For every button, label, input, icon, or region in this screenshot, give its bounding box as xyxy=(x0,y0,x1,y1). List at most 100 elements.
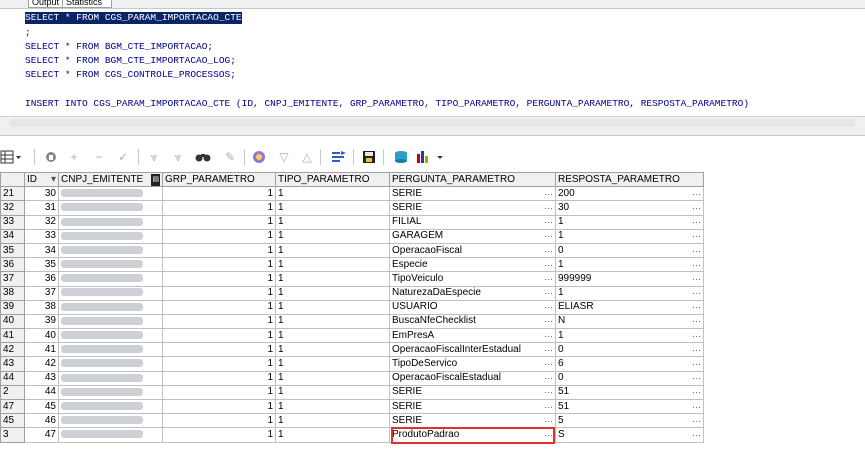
cell-cnpj-redacted[interactable] xyxy=(58,384,163,401)
table-row[interactable]: 47 45 1 1 ··· SERIE ··· 51 xyxy=(0,398,704,415)
tab-output[interactable]: Output xyxy=(28,0,66,8)
cell-resposta[interactable]: ··· N xyxy=(555,313,704,330)
row-number[interactable]: 2 xyxy=(0,384,25,401)
table-row[interactable]: 42 41 1 1 ··· OperacaoFiscalInterEstadual ··· 0 xyxy=(0,342,704,358)
cell-id[interactable]: 30 xyxy=(24,186,59,202)
filter-icon[interactable]: ⩔ xyxy=(146,149,162,165)
row-number[interactable]: 42 xyxy=(0,342,25,358)
cell-editor-button[interactable]: ··· xyxy=(544,216,553,228)
cell-tipo[interactable]: 1 xyxy=(275,313,390,330)
cell-pergunta[interactable]: ··· SERIE xyxy=(389,398,556,415)
row-number[interactable]: 3 xyxy=(0,427,25,443)
editor-line-3[interactable]: SELECT * FROM BGM_CTE_IMPORTACAO; xyxy=(25,41,213,53)
cell-grp[interactable]: 1 xyxy=(162,370,276,386)
row-number[interactable]: 45 xyxy=(0,413,25,429)
cell-tipo[interactable]: 1 xyxy=(275,242,390,259)
cell-editor-button[interactable]: ··· xyxy=(544,287,553,299)
cell-grp[interactable]: 1 xyxy=(162,356,276,372)
table-row[interactable]: 35 34 1 1 ··· OperacaoFiscal ··· 0 xyxy=(0,242,704,259)
cell-resposta[interactable]: ··· ELIASR xyxy=(555,299,704,315)
row-number[interactable]: 38 xyxy=(0,285,25,301)
cell-tipo[interactable]: 1 xyxy=(275,328,390,344)
editor-line-1[interactable]: SELECT * FROM CGS_PARAM_IMPORTACAO_CTE xyxy=(25,12,242,24)
cell-tipo[interactable]: 1 xyxy=(275,384,390,401)
editor-line-2[interactable]: ; xyxy=(25,27,31,39)
cell-id[interactable]: 42 xyxy=(24,356,59,372)
cell-resposta[interactable]: ··· 1 xyxy=(555,285,704,301)
cell-resposta[interactable]: ··· 6 xyxy=(555,356,704,372)
cell-tipo[interactable]: 1 xyxy=(275,186,390,202)
cell-id[interactable]: 33 xyxy=(24,228,59,244)
cell-id[interactable]: 37 xyxy=(24,285,59,301)
table-row[interactable]: 32 31 1 1 ··· SERIE ··· 30 xyxy=(0,200,704,216)
column-header-pergunta[interactable]: PERGUNTA_PARAMETRO xyxy=(389,171,556,188)
cell-grp[interactable]: 1 xyxy=(162,242,276,259)
cell-tipo[interactable]: 1 xyxy=(275,285,390,301)
cell-cnpj-redacted[interactable] xyxy=(58,228,163,244)
cell-id[interactable]: 44 xyxy=(24,384,59,401)
cell-resposta[interactable]: ··· 1 xyxy=(555,257,704,273)
cell-editor-button[interactable]: ··· xyxy=(544,315,553,327)
table-row[interactable]: 44 43 1 1 ··· OperacaoFiscalEstadual ··· 0 xyxy=(0,370,704,386)
pane-splitter[interactable] xyxy=(0,129,865,136)
cell-resposta[interactable]: ··· 200 xyxy=(555,186,704,202)
cell-tipo[interactable]: 1 xyxy=(275,342,390,358)
row-number[interactable]: 47 xyxy=(0,398,25,415)
editor-line-5[interactable]: SELECT * FROM CGS_CONTROLE_PROCESSOS; xyxy=(25,69,236,81)
next-icon[interactable]: △ xyxy=(299,149,315,165)
column-header-resposta[interactable]: RESPOSTA_PARAMETRO xyxy=(555,171,704,188)
cell-grp[interactable]: 1 xyxy=(162,299,276,315)
row-number[interactable]: 34 xyxy=(0,228,25,244)
column-header-tipo[interactable]: TIPO_PARAMETRO xyxy=(275,171,390,188)
cell-cnpj-redacted[interactable] xyxy=(58,370,163,386)
cell-id[interactable]: 43 xyxy=(24,370,59,386)
editor-line-6[interactable]: INSERT INTO CGS_PARAM_IMPORTACAO_CTE (ID… xyxy=(25,98,749,110)
cell-resposta[interactable]: ··· 0 xyxy=(555,370,704,386)
grid-menu-icon[interactable] xyxy=(0,149,22,165)
cell-grp[interactable]: 1 xyxy=(162,257,276,273)
row-number[interactable]: 32 xyxy=(0,200,25,216)
row-number[interactable]: 21 xyxy=(0,186,25,202)
cell-id[interactable]: 46 xyxy=(24,413,59,429)
cell-editor-button[interactable]: ··· xyxy=(692,330,701,342)
cell-tipo[interactable]: 1 xyxy=(275,427,390,443)
cell-editor-button[interactable]: ··· xyxy=(544,301,553,313)
cell-cnpj-redacted[interactable] xyxy=(58,271,163,287)
cell-editor-button[interactable]: ··· xyxy=(544,386,553,398)
cell-cnpj-redacted[interactable] xyxy=(58,313,163,330)
row-number[interactable]: 41 xyxy=(0,328,25,344)
table-row[interactable]: 39 38 1 1 ··· USUARIO ··· ELIASR xyxy=(0,299,704,315)
cell-tipo[interactable]: 1 xyxy=(275,257,390,273)
cell-editor-button[interactable]: ··· xyxy=(692,287,701,299)
cell-resposta[interactable]: ··· 0 xyxy=(555,242,704,259)
cell-cnpj-redacted[interactable] xyxy=(58,398,163,415)
cell-pergunta[interactable]: ··· GARAGEM xyxy=(389,228,556,244)
cell-cnpj-redacted[interactable] xyxy=(58,285,163,301)
cell-pergunta[interactable]: ··· ProdutoPadrao xyxy=(389,427,556,443)
cell-editor-button[interactable]: ··· xyxy=(692,230,701,242)
cell-resposta[interactable]: ··· 1 xyxy=(555,214,704,230)
cell-tipo[interactable]: 1 xyxy=(275,370,390,386)
chart-icon[interactable] xyxy=(416,149,446,165)
query-by-example-icon[interactable] xyxy=(251,149,267,165)
cell-pergunta[interactable]: ··· SERIE xyxy=(389,384,556,401)
cell-resposta[interactable]: ··· 999999 xyxy=(555,271,704,287)
cell-grp[interactable]: 1 xyxy=(162,285,276,301)
cell-id[interactable]: 35 xyxy=(24,257,59,273)
cell-id[interactable]: 45 xyxy=(24,398,59,415)
table-row[interactable]: 37 36 1 1 ··· TipoVeiculo ··· 999999 xyxy=(0,271,704,287)
sort-arrow-icon[interactable]: ▾ xyxy=(51,174,56,186)
cell-cnpj-redacted[interactable] xyxy=(58,242,163,259)
cell-cnpj-redacted[interactable] xyxy=(58,342,163,358)
tab-statistics[interactable]: Statistics xyxy=(62,0,112,8)
cell-id[interactable]: 31 xyxy=(24,200,59,216)
cell-id[interactable]: 39 xyxy=(24,313,59,330)
cell-id[interactable]: 34 xyxy=(24,242,59,259)
cell-id[interactable]: 47 xyxy=(24,427,59,443)
cell-editor-button[interactable]: ··· xyxy=(544,372,553,384)
cell-grp[interactable]: 1 xyxy=(162,200,276,216)
table-row[interactable]: 41 40 1 1 ··· EmPresA ··· 1 xyxy=(0,328,704,344)
cell-tipo[interactable]: 1 xyxy=(275,356,390,372)
cell-pergunta[interactable]: ··· FILIAL xyxy=(389,214,556,230)
cell-editor-button[interactable]: ··· xyxy=(692,372,701,384)
